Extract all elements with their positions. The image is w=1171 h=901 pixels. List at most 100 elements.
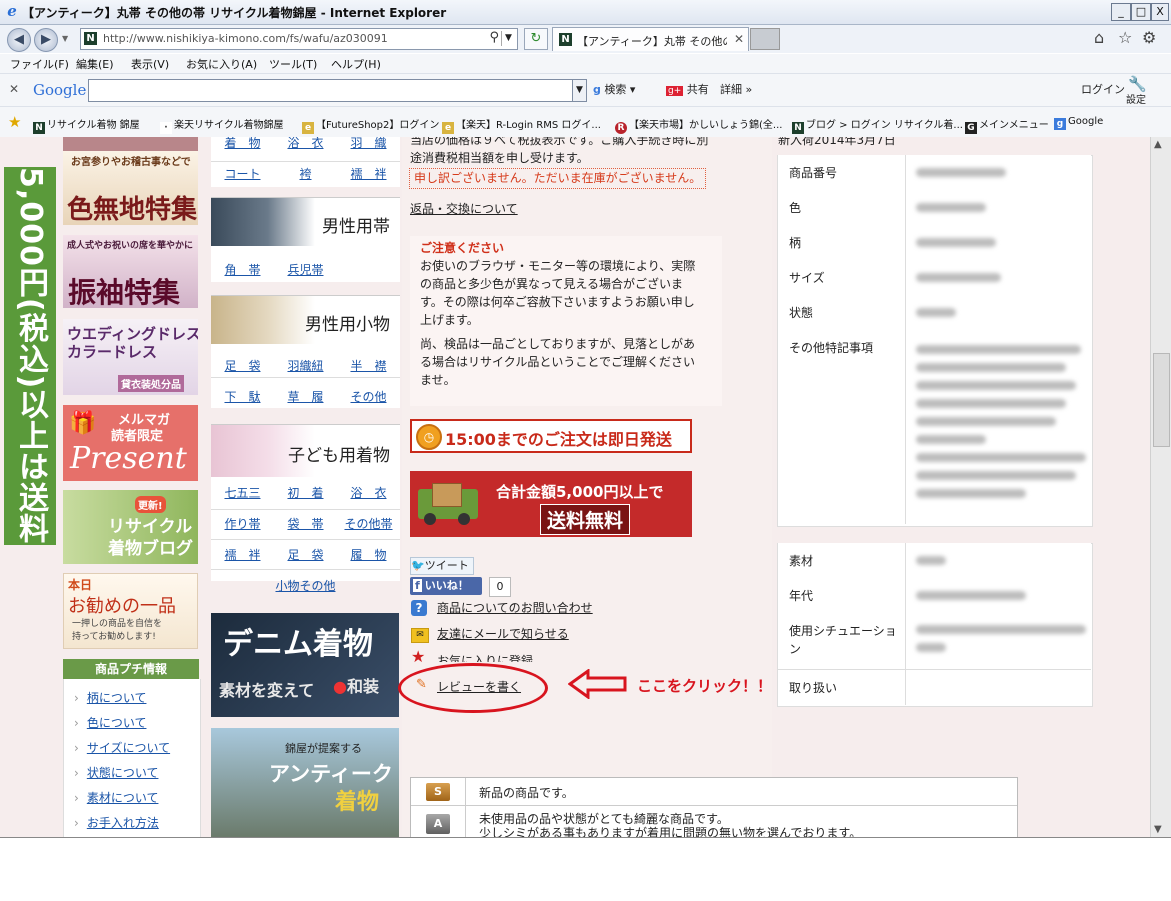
banner-mailmag-present[interactable]: 🎁 メルマガ 読者限定 Present: [63, 405, 198, 481]
nav-haneri[interactable]: 半 襟: [337, 357, 400, 374]
scroll-down-icon[interactable]: ▼: [1154, 824, 1162, 835]
spec-row-condition: 状態: [778, 295, 1091, 331]
maximize-button[interactable]: □: [1131, 3, 1151, 21]
banner-recommend[interactable]: 本日 お勧めの一品 一押しの商品を自信を 持ってお勧めします!: [63, 573, 198, 649]
free-shipping-5000-banner[interactable]: 合計金額5,000円以上で 送料無料: [410, 471, 692, 537]
category-mens-obi[interactable]: 男性用帯: [211, 197, 400, 246]
minimize-button[interactable]: _: [1111, 3, 1131, 21]
same-day-shipping-banner[interactable]: ◷ 15:00までのご注文は即日発送: [410, 419, 692, 453]
info-link-size[interactable]: サイズについて: [74, 739, 170, 756]
menu-file[interactable]: ファイル(F): [10, 56, 69, 72]
nav-other-obi[interactable]: その他帯: [337, 515, 400, 532]
favorite-link-8[interactable]: g Google: [1054, 116, 1103, 130]
banner-furisode[interactable]: 成人式やお祝いの席を華やかに 振袖特集: [63, 235, 198, 308]
nav-hakama[interactable]: 袴: [274, 165, 337, 182]
favorites-star-icon-bar[interactable]: ★: [8, 113, 21, 131]
search-icon[interactable]: ⚲: [489, 30, 499, 45]
forward-icon[interactable]: ▶: [34, 28, 58, 52]
tax-note-line1: 当店の価格は９べて税抜表示です。ご購入手続き時に別: [410, 137, 709, 147]
browser-tab[interactable]: N 【アンティーク】丸帯 その他の... ✕: [552, 27, 749, 51]
product-inquiry-link[interactable]: 商品についてのお問い合わせ: [437, 599, 593, 617]
close-tab-icon[interactable]: ✕: [734, 32, 744, 46]
banner-top-partial[interactable]: [63, 137, 198, 151]
favorite-link-5[interactable]: R 【楽天市場】かしいしょう錦(全...: [615, 116, 782, 134]
favorite-link-3[interactable]: e 【FutureShop2】ログイン: [302, 116, 439, 134]
home-icon[interactable]: ⌂: [1094, 28, 1104, 47]
info-link-color[interactable]: 色について: [74, 714, 147, 731]
menu-tools[interactable]: ツール(T): [269, 56, 317, 72]
nav-kids-yukata[interactable]: 浴 衣: [337, 484, 400, 501]
menu-favorites[interactable]: お気に入り(A): [186, 56, 257, 72]
nav-kakuobi[interactable]: 角 帯: [211, 261, 274, 278]
tell-friend-link[interactable]: 友達にメールで知らせる: [437, 625, 569, 643]
spec-row-era: 年代: [778, 578, 1091, 614]
settings-label[interactable]: 設定: [1126, 91, 1146, 106]
close-toolbar-icon[interactable]: ✕: [9, 82, 19, 96]
banner-denim[interactable]: デニム着物 素材を変えて ●和装: [211, 613, 399, 717]
favorite-link-2[interactable]: · 楽天リサイクル着物錦屋: [160, 116, 284, 134]
scroll-thumb[interactable]: [1153, 353, 1170, 447]
nav-coat[interactable]: コート: [211, 165, 274, 182]
nav-kids-tabi[interactable]: 足 袋: [274, 546, 337, 563]
favorite-link-6[interactable]: N ブログ > ログイン リサイクル着...: [792, 116, 963, 134]
google-share-button[interactable]: g+ 共有: [666, 81, 709, 97]
nav-small-other[interactable]: 小物その他: [211, 577, 400, 594]
favorite-link-1[interactable]: N リサイクル着物 錦屋: [33, 116, 140, 134]
banner-wedding[interactable]: ウエディングドレス カラードレス 貸衣装処分品: [63, 319, 198, 395]
menu-edit[interactable]: 編集(E): [76, 56, 114, 72]
banner-antique[interactable]: 錦屋が提案する アンティーク 着物: [211, 728, 399, 837]
banner-iromuji[interactable]: お宮参りやお稽古事などで 色無地特集: [63, 151, 198, 225]
close-window-button[interactable]: X: [1151, 3, 1169, 21]
add-favorites-link[interactable]: お気に入りに登録: [437, 652, 533, 662]
nav-kids-juban[interactable]: 襦 袢: [211, 546, 274, 563]
nav-haorihimo[interactable]: 羽織紐: [274, 357, 337, 374]
address-dropdown-icon[interactable]: ▼: [501, 31, 515, 46]
nav-zori[interactable]: 草 履: [274, 388, 337, 405]
tweet-button[interactable]: 🐦ツイート: [410, 557, 474, 575]
returns-link[interactable]: 返品・交換について: [410, 200, 518, 218]
banner-blog[interactable]: 更新! リサイクル 着物ブログ: [63, 490, 198, 564]
like-count: 0: [489, 577, 511, 597]
google-search-input[interactable]: [88, 79, 574, 102]
menu-view[interactable]: 表示(V): [131, 56, 169, 72]
tools-gear-icon[interactable]: ⚙: [1142, 28, 1156, 47]
nav-ubugi[interactable]: 初 着: [274, 484, 337, 501]
info-link-material[interactable]: 素材について: [74, 789, 159, 806]
free-shipping-banner[interactable]: 5,000円(税込)以上は送料無料: [4, 167, 56, 545]
address-bar[interactable]: N http://www.nishikiya-kimono.com/fs/waf…: [80, 28, 518, 50]
nav-other[interactable]: その他: [337, 388, 400, 405]
history-dropdown-icon[interactable]: ▼: [62, 34, 68, 43]
favorite-link-4[interactable]: e 【楽天】R-Login RMS ログイ...: [442, 116, 601, 134]
info-link-care[interactable]: お手入れ方法: [74, 814, 159, 831]
menu-help[interactable]: ヘルプ(H): [331, 56, 381, 72]
nav-hekoobi[interactable]: 兵児帯: [274, 261, 337, 278]
favorites-star-icon[interactable]: ☆: [1118, 28, 1132, 47]
favorite-link-7[interactable]: G メインメニュー: [965, 116, 1049, 134]
category-kids-kimono[interactable]: 子ども用着物: [211, 424, 400, 477]
new-tab-button[interactable]: [750, 28, 780, 50]
refresh-icon[interactable]: ↻: [524, 28, 548, 50]
nav-tabi[interactable]: 足 袋: [211, 357, 274, 374]
tab-label: 【アンティーク】丸帯 その他の...: [577, 35, 727, 48]
nav-footwear[interactable]: 履 物: [337, 546, 400, 563]
nav-tsukuriobi[interactable]: 作り帯: [211, 515, 274, 532]
nav-shichigosan[interactable]: 七五三: [211, 484, 274, 501]
info-link-pattern[interactable]: 柄について: [74, 689, 147, 706]
back-icon[interactable]: ◀: [7, 28, 31, 52]
google-search-button[interactable]: g 検索 ▾: [593, 81, 635, 97]
nav-fukuroobi[interactable]: 袋 帯: [274, 515, 337, 532]
nav-juban[interactable]: 襦 袢: [337, 165, 400, 182]
info-link-condition[interactable]: 状態について: [74, 764, 159, 781]
nav-kimono[interactable]: 着 物: [211, 137, 274, 151]
nav-yukata[interactable]: 浴 衣: [274, 137, 337, 151]
nav-haori[interactable]: 羽 織: [337, 137, 400, 151]
facebook-like-button[interactable]: f いいね！: [410, 577, 482, 595]
spec-row-size: サイズ: [778, 260, 1091, 296]
scroll-up-icon[interactable]: ▲: [1154, 139, 1162, 150]
google-search-dropdown-icon[interactable]: ▼: [572, 79, 587, 102]
vertical-scrollbar[interactable]: ▲ ▼: [1150, 137, 1171, 837]
google-more-button[interactable]: 詳細 »: [720, 81, 752, 97]
google-login-button[interactable]: ログイン: [1081, 81, 1125, 97]
category-mens-accessories[interactable]: 男性用小物: [211, 295, 400, 344]
nav-geta[interactable]: 下 駄: [211, 388, 274, 405]
